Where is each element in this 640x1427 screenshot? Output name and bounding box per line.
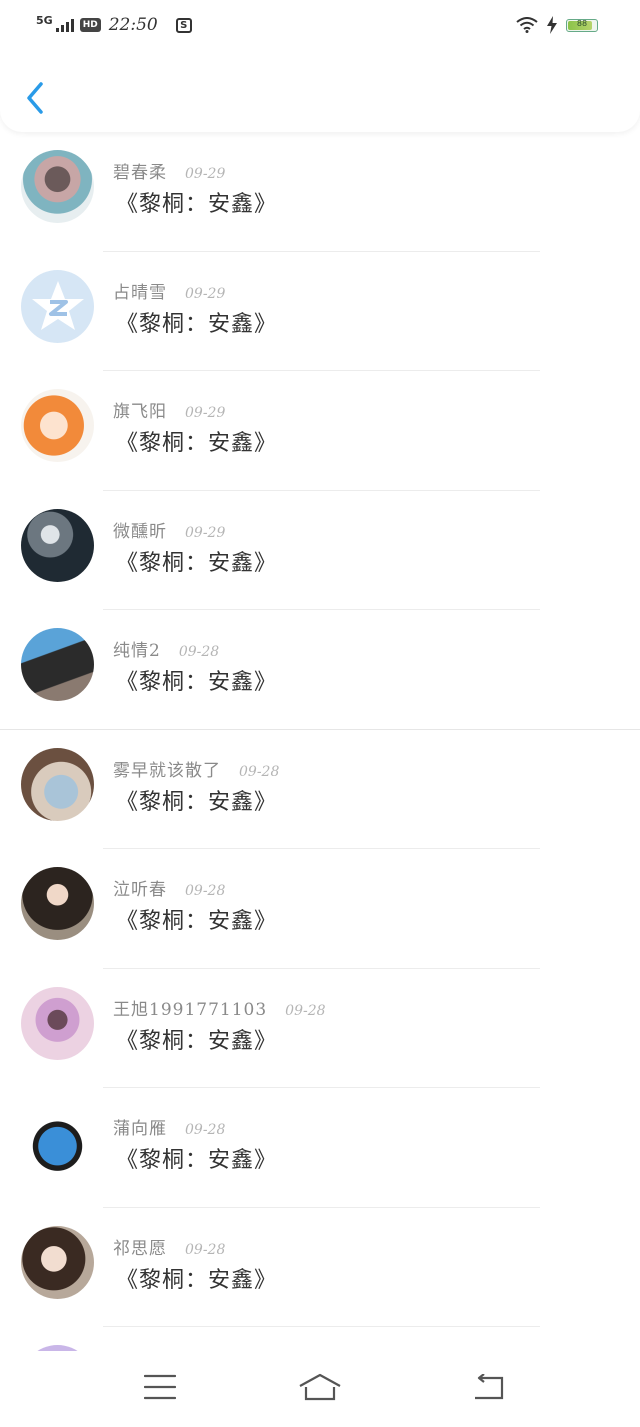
top-bar: 5G HD 22:50 S 88 [0,0,640,132]
username[interactable]: 微醺昕 [113,517,167,542]
username[interactable]: 雾早就该散了 [113,756,221,781]
comment-date: 09-28 [185,883,226,899]
list-item[interactable]: 旗飞阳 09-29 《黎桐：安鑫》 [0,371,640,491]
comment-text: 《黎桐：安鑫》 [116,789,278,815]
menu-button[interactable] [136,1367,184,1407]
username[interactable]: 祁思愿 [113,1234,167,1259]
comment-text: 《黎桐：安鑫》 [116,909,278,934]
home-button[interactable] [296,1367,344,1407]
status-time: 22:50 [108,15,158,35]
list-item[interactable]: 微醺昕 09-29 《黎桐：安鑫》 [0,491,640,610]
avatar[interactable] [21,389,94,462]
username[interactable]: 碧春柔 [113,158,167,183]
comment-date: 09-29 [185,405,226,421]
comment-text: 《黎桐：安鑫》 [116,311,278,337]
username[interactable]: 泣听春 [113,875,167,900]
avatar[interactable] [21,508,94,582]
username[interactable]: 纯情2 [113,636,161,661]
network-type: 5G [36,13,53,27]
list-item[interactable]: 泣听春 09-28 《黎桐：安鑫》 [0,849,640,969]
return-button[interactable] [464,1367,512,1407]
list-item[interactable]: 王旭1991771103 09-28 《黎桐：安鑫》 [0,969,640,1088]
comment-text: 《黎桐：安鑫》 [116,670,278,695]
battery-icon: 88 [566,18,598,32]
comment-date: 09-28 [185,1122,226,1138]
comment-date: 09-29 [185,524,226,541]
comment-date: 09-29 [185,166,226,182]
home-icon [299,1373,341,1401]
menu-icon [144,1374,176,1400]
comment-text: 《黎桐：安鑫》 [116,1267,278,1293]
username[interactable]: 旗飞阳 [113,397,167,422]
avatar[interactable] [21,747,94,821]
comment-date: 09-29 [185,285,226,302]
signal-icon [55,18,74,32]
hd-badge: HD [79,18,101,32]
avatar[interactable] [21,986,94,1060]
avatar[interactable] [21,867,94,940]
battery-level-text: 88 [576,18,588,28]
comment-list: 碧春柔 09-29 《黎桐：安鑫》 占晴雪 09-29 《黎桐：安鑫》 旗飞阳 09-… [0,132,640,1427]
list-item[interactable]: 纯情2 09-28 《黎桐：安鑫》 [0,610,640,730]
comment-text: 《黎桐：安鑫》 [116,550,278,576]
charging-bolt-icon [547,16,557,34]
list-item[interactable]: 蒲向雁 09-28 《黎桐：安鑫》 [0,1088,640,1208]
avatar[interactable] [21,628,94,701]
avatar[interactable] [21,269,94,343]
comment-text: 《黎桐：安鑫》 [116,1028,278,1054]
status-bar-right: 88 [516,12,598,38]
status-bar-left: 5G HD 22:50 S [36,12,192,38]
comment-date: 09-28 [285,1002,326,1019]
bottom-navigation-bar [0,1351,640,1427]
comment-text: 《黎桐：安鑫》 [116,431,278,456]
comment-date: 09-28 [239,763,280,780]
list-item[interactable]: 占晴雪 09-29 《黎桐：安鑫》 [0,252,640,371]
s-app-icon: S [175,17,192,33]
chevron-left-icon [27,82,43,114]
list-item[interactable]: 碧春柔 09-29 《黎桐：安鑫》 [0,132,640,252]
username[interactable]: 占晴雪 [113,278,167,303]
comment-date: 09-28 [178,644,220,660]
avatar[interactable] [21,1225,94,1299]
avatar[interactable] [21,1106,94,1179]
comment-date: 09-28 [185,1241,226,1258]
list-item[interactable]: 雾早就该散了 09-28 《黎桐：安鑫》 [0,730,640,849]
username[interactable]: 蒲向雁 [113,1114,167,1139]
wifi-icon [516,17,538,33]
back-return-icon [475,1374,504,1400]
username[interactable]: 王旭1991771103 [113,995,267,1020]
default-avatar-icon [31,281,84,330]
back-button[interactable] [20,78,50,118]
comment-text: 《黎桐：安鑫》 [116,192,278,217]
avatar[interactable] [21,150,94,223]
list-item[interactable]: 祁思愿 09-28 《黎桐：安鑫》 [0,1208,640,1327]
comment-text: 《黎桐：安鑫》 [116,1148,278,1173]
